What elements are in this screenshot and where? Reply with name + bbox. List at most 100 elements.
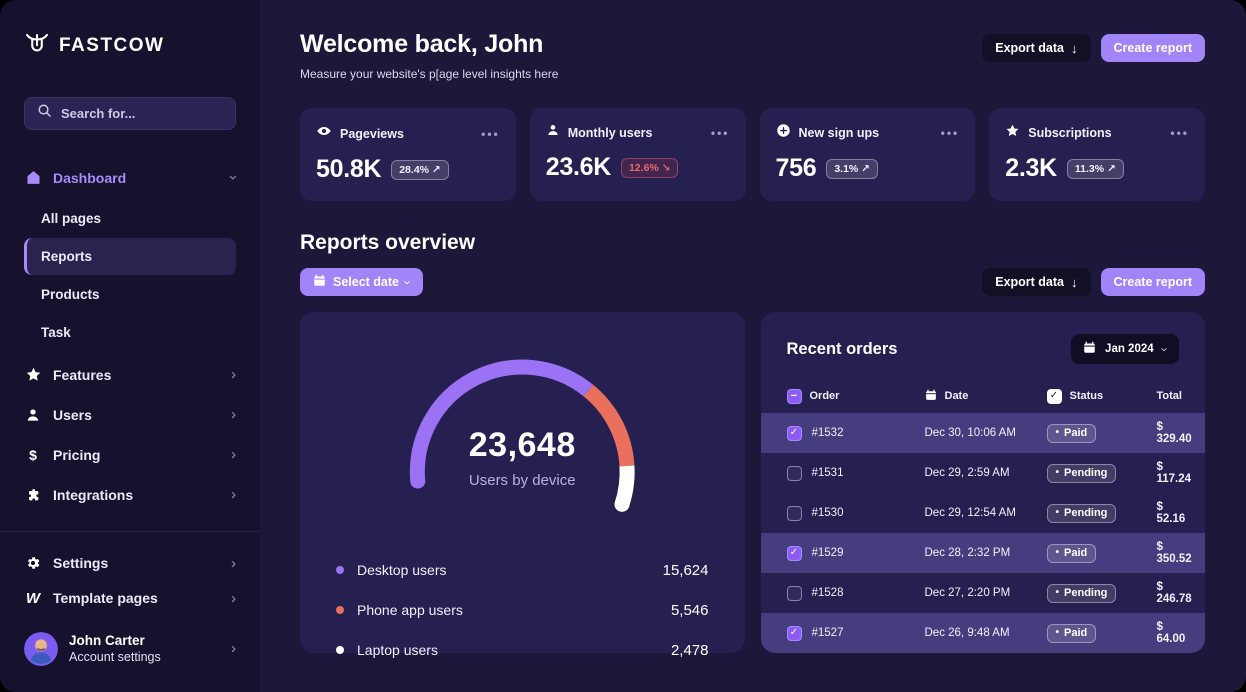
order-id: #1530 (812, 507, 844, 519)
page-subtitle: Measure your website's p[age level insig… (300, 67, 558, 81)
users-by-device-card: 23,648 Users by device Desktop users 15,… (300, 312, 745, 653)
download-arrow-icon: ↓ (1071, 275, 1078, 290)
search-input[interactable] (61, 106, 223, 121)
column-label: Order (810, 390, 840, 402)
stat-value: 2.3K (1005, 154, 1057, 183)
sidebar-item-template-pages[interactable]: W Template pages › (24, 581, 236, 616)
user-icon (546, 123, 560, 142)
column-label: Date (945, 390, 969, 402)
stat-card-monthly-users: Monthly users ••• 23.6K 12.6% ↘ (530, 108, 746, 201)
order-id: #1529 (812, 547, 844, 559)
order-id: #1531 (812, 467, 844, 479)
row-checkbox[interactable] (787, 466, 802, 481)
status-label: Pending (1064, 467, 1107, 479)
gauge-cap (615, 497, 630, 512)
status-badge: •Pending (1047, 464, 1117, 483)
legend-item-desktop: Desktop users 15,624 (336, 550, 709, 590)
export-data-button[interactable]: Export data ↓ (982, 268, 1090, 296)
status-dot-icon: • (1056, 507, 1060, 518)
trend-badge: 3.1% ↗ (826, 159, 878, 179)
order-date: Dec 30, 10:06 AM (925, 427, 1047, 439)
more-options-icon[interactable]: ••• (941, 126, 960, 140)
trend-badge: 28.4% ↗ (391, 160, 449, 180)
status-badge: •Pending (1047, 584, 1117, 603)
profile-subtitle: Account settings (69, 650, 161, 664)
sidebar-item-users[interactable]: Users › (24, 395, 236, 435)
sidebar-subitem-products[interactable]: Products (24, 276, 236, 313)
search-box[interactable] (24, 97, 236, 130)
create-report-button[interactable]: Create report (1101, 34, 1206, 62)
sidebar-item-features[interactable]: Features › (24, 355, 236, 395)
sidebar-item-dashboard[interactable]: Dashboard › (24, 158, 236, 198)
account-settings[interactable]: John Carter Account settings › (24, 632, 236, 666)
download-arrow-icon: ↓ (1071, 41, 1078, 56)
page-header-text: Welcome back, John Measure your website'… (300, 30, 558, 81)
sidebar-divider (0, 531, 260, 532)
sidebar-item-pricing[interactable]: $ Pricing › (24, 435, 236, 475)
export-data-button[interactable]: Export data ↓ (982, 34, 1090, 62)
legend-dot (336, 606, 344, 614)
order-row-1527[interactable]: ✓#1527Dec 26, 9:48 AM•Paid$ 64.00 (761, 613, 1206, 653)
order-row-1528[interactable]: #1528Dec 27, 2:20 PM•Pending$ 246.78 (761, 573, 1206, 613)
order-total: $ 117.24 (1157, 461, 1192, 485)
more-options-icon[interactable]: ••• (481, 127, 500, 141)
legend-label: Phone app users (357, 602, 463, 618)
month-label: Jan 2024 (1105, 343, 1154, 355)
legend-label: Desktop users (357, 562, 446, 578)
order-row-1531[interactable]: #1531Dec 29, 2:59 AM•Pending$ 117.24 (761, 453, 1206, 493)
gauge-subtitle: Users by device (300, 472, 745, 489)
sidebar-item-integrations[interactable]: Integrations › (24, 475, 236, 515)
eye-icon (316, 123, 332, 144)
row-checkbox[interactable]: ✓ (787, 546, 802, 561)
app-window: FASTCOW Dashboard › All pagesReportsPr (0, 0, 1246, 692)
legend-dot (336, 646, 344, 654)
chevron-right-icon: › (231, 487, 236, 502)
calendar-icon (1083, 341, 1096, 357)
stat-card-pageviews: Pageviews ••• 50.8K 28.4% ↗ (300, 108, 516, 201)
trend-badge: 11.3% ↗ (1067, 159, 1124, 179)
fastcow-logo-icon (24, 30, 50, 61)
chevron-right-icon: › (231, 641, 236, 656)
device-legend: Desktop users 15,624 Phone app users 5,5… (300, 534, 745, 670)
status-label: Pending (1064, 507, 1107, 519)
sidebar-item-settings[interactable]: Settings › (24, 546, 236, 581)
order-row-1532[interactable]: ✓#1532Dec 30, 10:06 AM•Paid$ 329.40 (761, 413, 1206, 453)
logo: FASTCOW (24, 30, 236, 61)
order-date: Dec 29, 12:54 AM (925, 507, 1047, 519)
sidebar-item-label: Template pages (53, 590, 158, 606)
status-dot-icon: • (1056, 587, 1060, 598)
webflow-icon: W (24, 590, 42, 607)
sidebar-item-label: Users (53, 407, 92, 423)
status-checkbox-icon[interactable]: ✓ (1047, 389, 1062, 404)
sidebar-subitem-task[interactable]: Task (24, 314, 236, 351)
stats-row: Pageviews ••• 50.8K 28.4% ↗ Monthly user… (300, 108, 1205, 201)
select-all-checkbox[interactable]: − (787, 389, 802, 404)
legend-value: 5,546 (671, 602, 709, 619)
more-options-icon[interactable]: ••• (1170, 126, 1189, 140)
legend-dot (336, 566, 344, 574)
trend-badge: 12.6% ↘ (621, 158, 679, 178)
chevron-right-icon: › (231, 407, 236, 422)
row-checkbox[interactable]: ✓ (787, 426, 802, 441)
row-checkbox[interactable]: ✓ (787, 626, 802, 641)
sidebar-subitem-all-pages[interactable]: All pages (24, 200, 236, 237)
profile-name: John Carter (69, 633, 161, 648)
select-date-label: Select date (333, 275, 399, 289)
column-label: Total (1157, 390, 1182, 402)
order-date: Dec 28, 2:32 PM (925, 547, 1047, 559)
row-checkbox[interactable] (787, 586, 802, 601)
order-row-1530[interactable]: #1530Dec 29, 12:54 AM•Pending$ 52.16 (761, 493, 1206, 533)
row-checkbox[interactable] (787, 506, 802, 521)
dollar-icon: $ (24, 447, 42, 463)
more-options-icon[interactable]: ••• (711, 126, 730, 140)
sidebar-subitem-reports[interactable]: Reports (24, 238, 236, 275)
month-select[interactable]: Jan 2024 › (1071, 334, 1179, 364)
select-date-button[interactable]: Select date › (300, 268, 423, 296)
create-report-button[interactable]: Create report (1101, 268, 1206, 296)
orders-table-body: ✓#1532Dec 30, 10:06 AM•Paid$ 329.40 #1531… (761, 413, 1206, 653)
column-order: − Order (787, 389, 925, 404)
calendar-icon (313, 274, 326, 290)
order-row-1529[interactable]: ✓#1529Dec 28, 2:32 PM•Paid$ 350.52 (761, 533, 1206, 573)
gauge-center-text: 23,648 Users by device (300, 426, 745, 489)
user-icon (24, 407, 42, 423)
